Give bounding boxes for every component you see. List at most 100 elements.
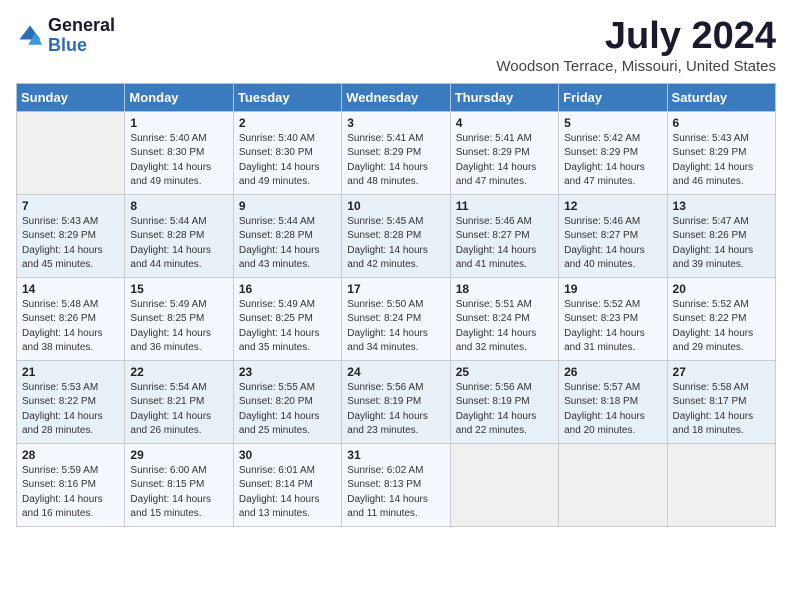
day-number: 1 [130,116,227,130]
day-info: Sunrise: 5:55 AMSunset: 8:20 PMDaylight:… [239,381,336,439]
calendar-cell [17,111,125,194]
calendar-cell: 4 Sunrise: 5:41 AMSunset: 8:29 PMDaylight… [450,111,558,194]
calendar-cell: 12 Sunrise: 5:46 AMSunset: 8:27 PMDayligh… [559,194,667,277]
day-number: 25 [456,365,553,379]
calendar-body: 1 Sunrise: 5:40 AMSunset: 8:30 PMDaylight… [17,111,776,526]
logo: General Blue [16,16,115,56]
day-number: 4 [456,116,553,130]
day-info: Sunrise: 5:44 AMSunset: 8:28 PMDaylight:… [130,215,227,273]
col-friday: Friday [559,83,667,111]
day-info: Sunrise: 5:50 AMSunset: 8:24 PMDaylight:… [347,298,444,356]
day-number: 10 [347,199,444,213]
day-info: Sunrise: 5:56 AMSunset: 8:19 PMDaylight:… [456,381,553,439]
day-number: 19 [564,282,661,296]
calendar-cell: 7Sunrise: 5:43 AMSunset: 8:29 PMDaylight… [17,194,125,277]
day-number: 14 [22,282,119,296]
day-number: 18 [456,282,553,296]
day-info: Sunrise: 5:51 AMSunset: 8:24 PMDaylight:… [456,298,553,356]
col-wednesday: Wednesday [342,83,450,111]
calendar-table: Sunday Monday Tuesday Wednesday Thursday… [16,83,776,527]
calendar-cell: 21 Sunrise: 5:53 AMSunset: 8:22 PMDayligh… [17,360,125,443]
day-info: Sunrise: 6:02 AMSunset: 8:13 PMDaylight:… [347,464,444,522]
calendar-cell: 30 Sunrise: 6:01 AMSunset: 8:14 PMDayligh… [233,443,341,526]
day-info: Sunrise: 5:45 AMSunset: 8:28 PMDaylight:… [347,215,444,273]
calendar-cell: 24Sunrise: 5:56 AMSunset: 8:19 PMDayligh… [342,360,450,443]
calendar-cell: 25 Sunrise: 5:56 AMSunset: 8:19 PMDayligh… [450,360,558,443]
day-number: 30 [239,448,336,462]
logo-text: General Blue [48,16,115,56]
day-info: Sunrise: 5:46 AMSunset: 8:27 PMDaylight:… [564,215,661,273]
day-info: Sunrise: 5:59 AMSunset: 8:16 PMDaylight:… [22,464,119,522]
calendar-cell: 18 Sunrise: 5:51 AMSunset: 8:24 PMDayligh… [450,277,558,360]
day-info: Sunrise: 5:49 AMSunset: 8:25 PMDaylight:… [239,298,336,356]
day-info: Sunrise: 5:49 AMSunset: 8:25 PMDaylight:… [130,298,227,356]
day-number: 6 [673,116,770,130]
calendar-cell: 22 Sunrise: 5:54 AMSunset: 8:21 PMDayligh… [125,360,233,443]
calendar-cell: 11Sunrise: 5:46 AMSunset: 8:27 PMDayligh… [450,194,558,277]
day-number: 2 [239,116,336,130]
logo-general-text: General [48,16,115,36]
calendar-week-3: 14 Sunrise: 5:48 AMSunset: 8:26 PMDayligh… [17,277,776,360]
calendar-cell: 31 Sunrise: 6:02 AMSunset: 8:13 PMDayligh… [342,443,450,526]
calendar-week-5: 28Sunrise: 5:59 AMSunset: 8:16 PMDayligh… [17,443,776,526]
day-info: Sunrise: 5:46 AMSunset: 8:27 PMDaylight:… [456,215,553,273]
calendar-cell: 1 Sunrise: 5:40 AMSunset: 8:30 PMDaylight… [125,111,233,194]
day-number: 9 [239,199,336,213]
day-number: 31 [347,448,444,462]
day-number: 27 [673,365,770,379]
calendar-cell: 15 Sunrise: 5:49 AMSunset: 8:25 PMDayligh… [125,277,233,360]
day-info: Sunrise: 5:52 AMSunset: 8:23 PMDaylight:… [564,298,661,356]
day-number: 22 [130,365,227,379]
day-info: Sunrise: 5:41 AMSunset: 8:29 PMDaylight:… [456,132,553,190]
calendar-week-1: 1 Sunrise: 5:40 AMSunset: 8:30 PMDaylight… [17,111,776,194]
page-header: General Blue July 2024 Woodson Terrace, … [16,16,776,75]
calendar-cell: 16Sunrise: 5:49 AMSunset: 8:25 PMDayligh… [233,277,341,360]
day-info: Sunrise: 5:56 AMSunset: 8:19 PMDaylight:… [347,381,444,439]
month-title: July 2024 [496,16,776,58]
day-info: Sunrise: 5:42 AMSunset: 8:29 PMDaylight:… [564,132,661,190]
day-number: 21 [22,365,119,379]
col-sunday: Sunday [17,83,125,111]
logo-blue-text: Blue [48,36,115,56]
calendar-cell: 23Sunrise: 5:55 AMSunset: 8:20 PMDayligh… [233,360,341,443]
day-number: 15 [130,282,227,296]
day-info: Sunrise: 5:41 AMSunset: 8:29 PMDaylight:… [347,132,444,190]
day-info: Sunrise: 6:01 AMSunset: 8:14 PMDaylight:… [239,464,336,522]
calendar-header: Sunday Monday Tuesday Wednesday Thursday… [17,83,776,111]
calendar-cell: 17 Sunrise: 5:50 AMSunset: 8:24 PMDayligh… [342,277,450,360]
day-info: Sunrise: 5:57 AMSunset: 8:18 PMDaylight:… [564,381,661,439]
day-number: 8 [130,199,227,213]
calendar-cell: 2 Sunrise: 5:40 AMSunset: 8:30 PMDaylight… [233,111,341,194]
day-info: Sunrise: 5:54 AMSunset: 8:21 PMDaylight:… [130,381,227,439]
calendar-cell: 10 Sunrise: 5:45 AMSunset: 8:28 PMDayligh… [342,194,450,277]
calendar-cell: 20Sunrise: 5:52 AMSunset: 8:22 PMDayligh… [667,277,775,360]
calendar-cell: 27 Sunrise: 5:58 AMSunset: 8:17 PMDayligh… [667,360,775,443]
location-text: Woodson Terrace, Missouri, United States [496,58,776,75]
calendar-cell [667,443,775,526]
calendar-cell [450,443,558,526]
day-number: 20 [673,282,770,296]
day-info: Sunrise: 5:47 AMSunset: 8:26 PMDaylight:… [673,215,770,273]
day-number: 3 [347,116,444,130]
day-info: Sunrise: 5:40 AMSunset: 8:30 PMDaylight:… [130,132,227,190]
day-info: Sunrise: 5:53 AMSunset: 8:22 PMDaylight:… [22,381,119,439]
col-thursday: Thursday [450,83,558,111]
calendar-cell: 29Sunrise: 6:00 AMSunset: 8:15 PMDayligh… [125,443,233,526]
day-info: Sunrise: 5:58 AMSunset: 8:17 PMDaylight:… [673,381,770,439]
day-number: 17 [347,282,444,296]
day-number: 7 [22,199,119,213]
logo-icon [16,22,44,50]
calendar-cell: 9 Sunrise: 5:44 AMSunset: 8:28 PMDaylight… [233,194,341,277]
calendar-week-2: 7Sunrise: 5:43 AMSunset: 8:29 PMDaylight… [17,194,776,277]
day-number: 12 [564,199,661,213]
calendar-cell: 28Sunrise: 5:59 AMSunset: 8:16 PMDayligh… [17,443,125,526]
calendar-cell: 14 Sunrise: 5:48 AMSunset: 8:26 PMDayligh… [17,277,125,360]
day-info: Sunrise: 5:40 AMSunset: 8:30 PMDaylight:… [239,132,336,190]
day-info: Sunrise: 5:44 AMSunset: 8:28 PMDaylight:… [239,215,336,273]
calendar-cell: 26Sunrise: 5:57 AMSunset: 8:18 PMDayligh… [559,360,667,443]
day-number: 5 [564,116,661,130]
col-tuesday: Tuesday [233,83,341,111]
title-block: July 2024 Woodson Terrace, Missouri, Uni… [496,16,776,75]
calendar-cell: 6Sunrise: 5:43 AMSunset: 8:29 PMDaylight… [667,111,775,194]
day-info: Sunrise: 5:48 AMSunset: 8:26 PMDaylight:… [22,298,119,356]
